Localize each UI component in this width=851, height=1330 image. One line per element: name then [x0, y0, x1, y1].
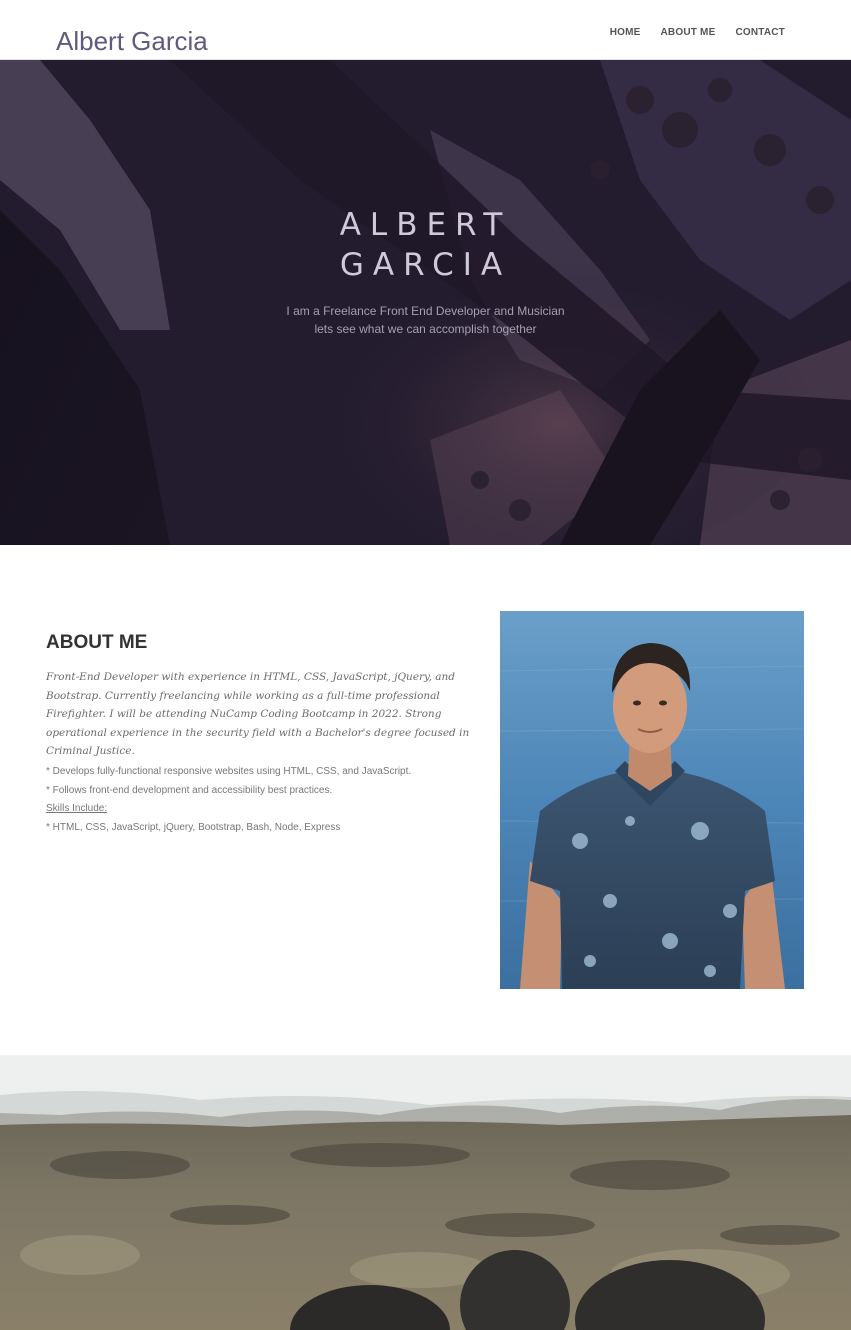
hero-title-line1: ALBERT	[339, 207, 512, 243]
portrait-photo	[500, 611, 804, 989]
main-nav: HOME ABOUT ME CONTACT	[610, 27, 785, 38]
hero-background-image	[0, 60, 851, 545]
hero-title-line2: GARCIA	[339, 247, 512, 283]
nav-contact-link[interactable]: CONTACT	[735, 27, 785, 38]
brand-logo-link[interactable]: Albert Garcia	[56, 26, 208, 57]
hero-subtitle-line1: I am a Freelance Front End Developer and…	[286, 304, 565, 318]
hero-subtitle-line2: lets see what we can accomplish together	[314, 322, 537, 336]
nav-about-link[interactable]: ABOUT ME	[661, 27, 716, 38]
skills-label[interactable]: Skills Include:	[46, 800, 476, 819]
nav-home-link[interactable]: HOME	[610, 27, 641, 38]
site-header: Albert Garcia HOME ABOUT ME CONTACT	[0, 0, 851, 60]
about-bullet: * Follows front-end development and acce…	[46, 784, 333, 796]
hero-section: ALBERT GARCIA I am a Freelance Front End…	[0, 60, 851, 545]
about-heading: ABOUT ME	[46, 632, 148, 653]
beach-banner-image	[0, 1055, 851, 1330]
about-bio: Front-End Developer with experience in H…	[46, 671, 470, 757]
about-details: * Develops fully-functional responsive w…	[46, 763, 476, 837]
skills-list: * HTML, CSS, JavaScript, jQuery, Bootstr…	[46, 821, 341, 833]
about-bullet: * Develops fully-functional responsive w…	[46, 766, 412, 777]
